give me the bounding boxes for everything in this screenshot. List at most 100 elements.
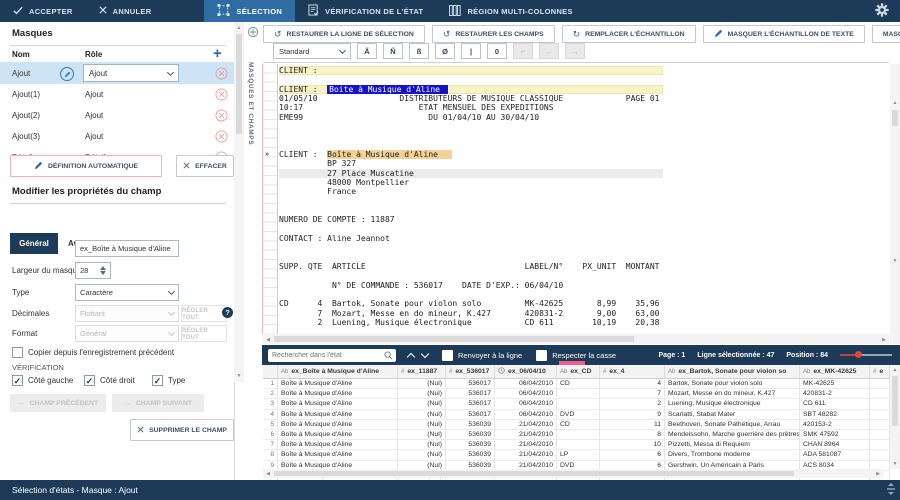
trap-char-button[interactable]: Ã	[357, 43, 377, 59]
report-line[interactable]: CLIENT : Boîte à Musique d'Aline	[279, 150, 452, 159]
table-row[interactable]: 3Boîte à Musique d'Aline(Nul)53601706/04…	[263, 399, 890, 409]
edit-mask-icon[interactable]	[60, 67, 74, 81]
match-case-checkbox[interactable]: Respecter la casse	[536, 350, 616, 361]
stepper-down-icon[interactable]	[100, 271, 106, 275]
settings-button[interactable]	[864, 0, 900, 22]
delete-mask-icon[interactable]	[215, 130, 228, 143]
find-next-button[interactable]	[418, 349, 432, 362]
table-row[interactable]: 6Boîte à Musique d'Aline(Nul)53603921/04…	[263, 430, 890, 440]
table-row[interactable]: 5Boîte à Musique d'Aline(Nul)53603921/04…	[263, 420, 890, 430]
report-line[interactable]: 7 Mozart, Messe en do mineur, K.427 4208…	[279, 309, 660, 318]
check-left-side[interactable]: Côté gauche	[12, 375, 73, 386]
table-row[interactable]: 1Boîte à Musique d'Aline(Nul)53601706/04…	[263, 379, 890, 389]
masks-fields-strip[interactable]: MASQUES ET CHAMPS	[244, 22, 262, 480]
report-line[interactable]: 27 Place Muscatine	[279, 169, 663, 178]
table-row[interactable]: 7Boîte à Musique d'Aline(Nul)53603921/04…	[263, 440, 890, 450]
trap-char-button[interactable]: 0	[487, 43, 507, 59]
panel-scrollbar[interactable]: ▲ ▼	[234, 22, 244, 382]
report-line[interactable]: CLIENT :	[279, 66, 663, 75]
scroll-up-icon[interactable]: ▲	[890, 100, 900, 106]
cancel-button[interactable]: ANNULER	[86, 0, 165, 22]
table-v-scrollbar[interactable]: ▲ ▼	[890, 365, 900, 469]
trap-char-button[interactable]: |	[461, 43, 481, 59]
scroll-up-icon[interactable]: ▲	[890, 367, 900, 373]
erase-mask-button[interactable]: MASQUE D'EFFACEMENT	[872, 25, 900, 43]
restore-fields-button[interactable]: ↺ RESTAURER LES CHAMPS	[432, 25, 555, 43]
checkbox-icon[interactable]	[152, 375, 163, 386]
column-header[interactable]: ex_06/04/10	[495, 365, 557, 378]
wrap-line-checkbox[interactable]: Renvoyer à la ligne	[442, 350, 522, 361]
report-line[interactable]: CD 4 Bartok, Sonate pour violon solo MK-…	[279, 299, 660, 308]
report-h-scrollbar[interactable]: ◀ ▶	[263, 334, 889, 344]
checkbox-icon[interactable]	[536, 350, 547, 361]
tab-report-verification[interactable]: VÉRIFICATION DE L'ÉTAT	[295, 0, 436, 22]
table-h-scrollbar[interactable]: ◀ ▶	[263, 469, 883, 478]
scroll-left-icon[interactable]: ◀	[265, 337, 271, 343]
report-line[interactable]: CONTACT : Aline Jeannot	[279, 234, 390, 243]
scroll-down-icon[interactable]: ▼	[890, 258, 900, 264]
report-line[interactable]: NUMERO DE COMPTE : 11887	[279, 215, 395, 224]
report-line[interactable]: 10:17 ETAT MENSUEL DES EXPEDITIONS	[279, 103, 554, 112]
copy-previous-checkbox[interactable]: Copier depuis l'enregistrement précédent	[12, 347, 174, 358]
add-mask-icon[interactable]: +	[213, 47, 222, 61]
report-line[interactable]: 01/05/10 DISTRIBUTEURS DE MUSIQUE CLASSI…	[279, 94, 660, 103]
scroll-down-icon[interactable]: ▼	[890, 461, 900, 467]
selected-field-highlight[interactable]: Boite à Musique d'Aline	[327, 85, 448, 94]
scroll-left-icon[interactable]: ◀	[265, 471, 271, 477]
report-line[interactable]: N° DE COMMANDE : 536017 DATE D'EXP.: 06/…	[279, 281, 563, 290]
auto-define-button[interactable]: DÉFINITION AUTOMATIQUE	[10, 155, 162, 177]
checkbox-icon[interactable]	[442, 350, 453, 361]
find-previous-button[interactable]	[404, 349, 418, 362]
checkbox-icon[interactable]	[12, 375, 23, 386]
trap-char-button[interactable]: ß	[409, 43, 429, 59]
mask-role-select[interactable]: Ajout	[83, 64, 179, 82]
scrollbar-thumb[interactable]	[892, 110, 898, 126]
mask-row[interactable]: Ajout(2)Ajout	[0, 105, 234, 126]
tab-selection[interactable]: SÉLECTION	[204, 0, 295, 22]
trap-char-button[interactable]: Ñ	[383, 43, 403, 59]
column-header[interactable]: #ex_536017	[446, 365, 495, 378]
column-header[interactable]: #ex_11887	[398, 365, 446, 378]
report-v-scrollbar[interactable]: ▲ ▼	[890, 64, 900, 344]
mask-row[interactable]: AjoutAjout	[0, 62, 234, 84]
scrollbar-thumb[interactable]	[274, 471, 794, 476]
scroll-right-icon[interactable]: ▶	[881, 337, 887, 343]
scroll-right-icon[interactable]: ▶	[875, 471, 881, 477]
scrollbar-thumb[interactable]	[892, 376, 898, 426]
column-header[interactable]: Abex_CD	[557, 365, 600, 378]
restore-selection-line-button[interactable]: ↺ RESTAURER LA LIGNE DE SÉLECTION	[263, 25, 425, 43]
check-right-side[interactable]: Côté droit	[84, 375, 135, 386]
delete-mask-icon[interactable]	[215, 67, 228, 80]
scroll-down-icon[interactable]: ▼	[234, 373, 244, 379]
trap-char-button[interactable]: Ø	[435, 43, 455, 59]
report-line[interactable]: CLIENT : Boite à Musique d'Aline	[279, 85, 663, 94]
search-field[interactable]	[268, 349, 396, 362]
table-row[interactable]: 4Boîte à Musique d'Aline(Nul)53601706/04…	[263, 410, 890, 420]
checkbox-icon[interactable]	[12, 347, 23, 358]
tab-multi-column-region[interactable]: RÉGION MULTI-COLONNES	[436, 0, 585, 22]
search-input[interactable]	[268, 349, 396, 362]
report-line[interactable]: SUPP. QTE ARTICLE LABEL/N° PX_UNIT MONTA…	[279, 262, 660, 271]
report-line[interactable]: BP 327	[279, 159, 356, 168]
delete-mask-icon[interactable]	[215, 109, 228, 122]
mask-text-sample-button[interactable]: MASQUER L'ÉCHANTILLON DE TEXTE	[703, 25, 865, 43]
accept-button[interactable]: ACCEPTER	[0, 0, 86, 22]
column-header[interactable]: Abex_Boîte à Musique d'Aline	[278, 365, 398, 378]
mask-row[interactable]: Ajout(3)Ajout	[0, 126, 234, 147]
replace-sample-button[interactable]: ↻ REMPLACER L'ÉCHANTILLON	[562, 25, 696, 43]
mask-width-stepper[interactable]: 28	[75, 262, 111, 279]
type-select[interactable]: Caractère	[75, 284, 179, 301]
report-text-area[interactable]: CLIENT : CLIENT : Boite à Musique d'Aline…	[278, 66, 878, 334]
report-line[interactable]: 2 Luening, Musique électronique CD 611 1…	[279, 318, 660, 327]
table-row[interactable]: 2Boîte à Musique d'Aline(Nul)53601706/04…	[263, 389, 890, 399]
table-row[interactable]: 8Boîte à Musique d'Aline(Nul)53603921/04…	[263, 450, 890, 460]
field-highlight[interactable]: Boîte à Musique d'Aline	[327, 150, 452, 159]
column-header[interactable]: #e	[870, 365, 890, 378]
column-header[interactable]: #ex_4	[600, 365, 665, 378]
check-type[interactable]: Type	[152, 375, 185, 386]
checkbox-icon[interactable]	[84, 375, 95, 386]
report-line[interactable]: 48000 Montpellier	[279, 178, 409, 187]
splitter-grip-icon[interactable]	[886, 483, 900, 497]
scrollbar-thumb[interactable]	[274, 336, 634, 342]
slider-thumb[interactable]	[855, 351, 862, 358]
